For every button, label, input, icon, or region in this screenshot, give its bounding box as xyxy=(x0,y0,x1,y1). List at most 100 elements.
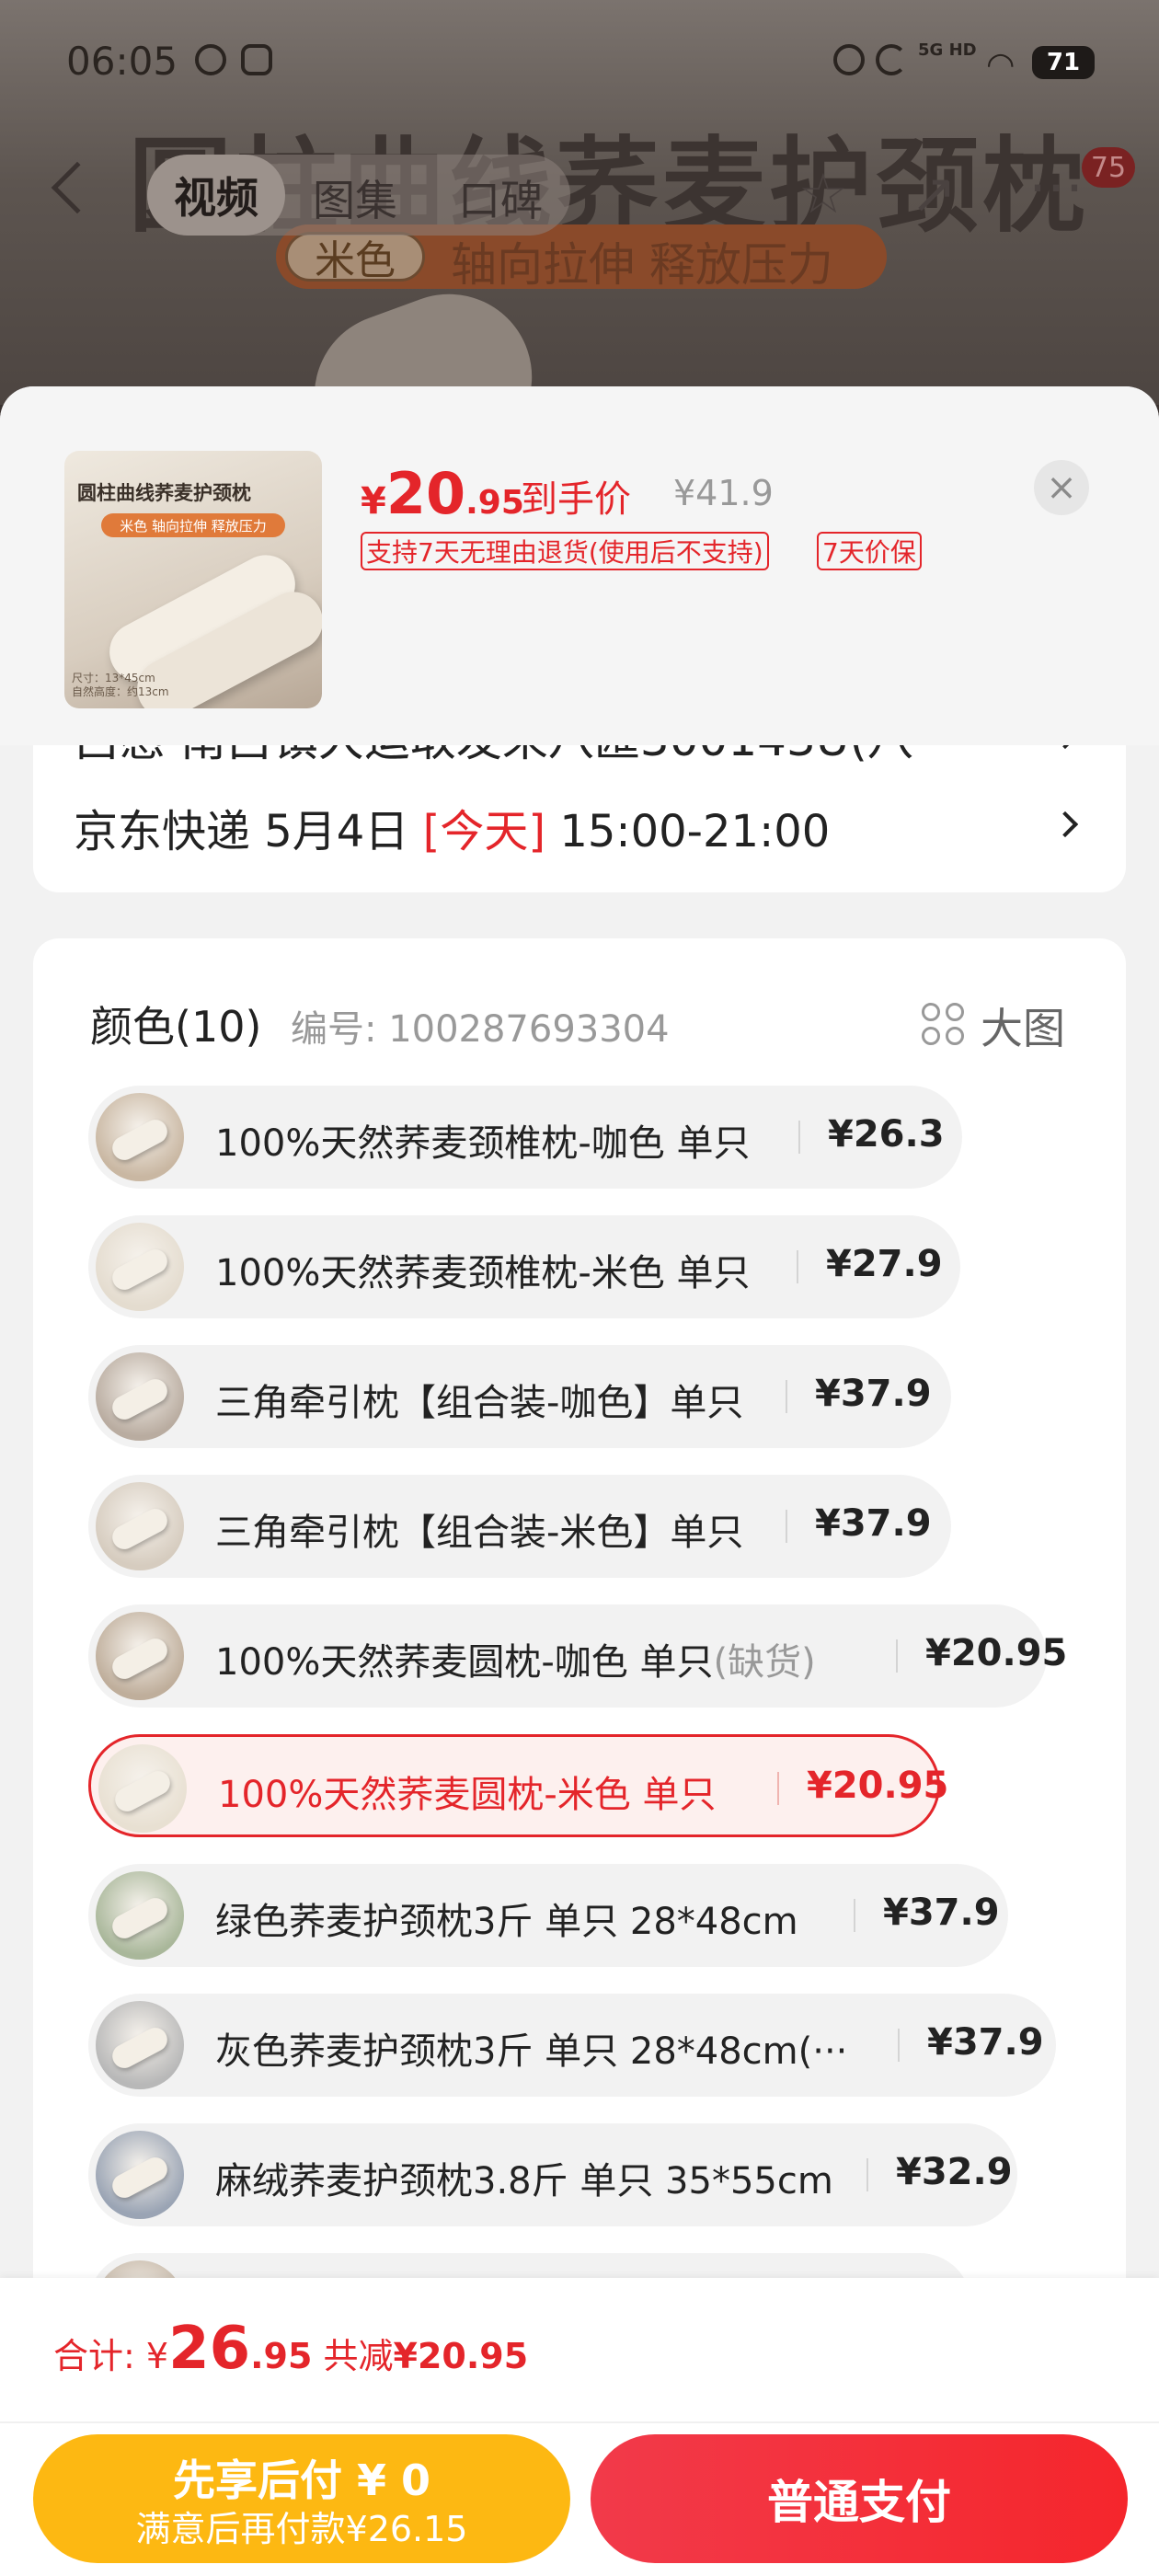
delivery-card[interactable]: 吕感 南吕镇大运取发来八匯300143U(八 京东快递 5月4日 [今天] 15… xyxy=(33,713,1126,892)
option-thumbnail xyxy=(96,1223,184,1311)
pillow-image xyxy=(108,1374,172,1424)
battery-indicator: 71 xyxy=(1032,46,1095,79)
option-price: ¥26.3 xyxy=(828,1113,945,1156)
option-divider xyxy=(896,1639,898,1673)
pillow-image xyxy=(108,2153,172,2202)
option-divider xyxy=(866,2158,868,2191)
big-view-button[interactable]: 大图 xyxy=(981,995,1065,1056)
option-chip[interactable]: 灰色荞麦护颈枕3斤 单只 28*48cm(··· ¥37.9 xyxy=(88,1994,1056,2097)
option-label: 100%天然荞麦颈椎枕-米色 单只 xyxy=(215,1252,751,1294)
option-divider xyxy=(797,1250,798,1283)
status-time: 06:05 xyxy=(66,39,178,84)
option-label: 三角牵引枕【组合装-咖色】单只 xyxy=(215,1382,744,1424)
final-price-label: 到手价 xyxy=(521,478,631,521)
pillow-image xyxy=(108,1504,172,1554)
checkout-bar: 合计: ¥26.95 共减¥20.95 先享后付 ¥ 0 满意后再付款¥26.1… xyxy=(0,2278,1159,2576)
divider xyxy=(0,2421,1159,2423)
total-label: 合计: ¥ xyxy=(53,2336,169,2376)
option-price: ¥20.95 xyxy=(925,1632,1068,1674)
option-label: 麻绒荞麦护颈枕3.8斤 单只 35*55cm xyxy=(215,2160,833,2202)
option-divider xyxy=(854,1899,855,1932)
spec-sheet: 颜色(10) 编号: 100287693304 大图 100%天然荞麦颈椎枕-咖… xyxy=(0,386,1159,2576)
option-thumbnail xyxy=(96,1093,184,1181)
option-price: ¥37.9 xyxy=(815,1373,932,1415)
option-divider xyxy=(786,1380,787,1413)
pay-later-label: 先享后付 ¥ 0 xyxy=(172,2455,431,2505)
delivery-estimate: 京东快递 5月4日 [今天] 15:00-21:00 xyxy=(74,795,830,859)
pillow-image xyxy=(108,1893,172,1943)
total-summary: 合计: ¥26.95 共减¥20.95 xyxy=(53,2315,528,2383)
option-chip[interactable]: 绿色荞麦护颈枕3斤 单只 28*48cm ¥37.9 xyxy=(88,1864,1008,1967)
tab-video[interactable]: 视频 xyxy=(147,155,285,236)
moon-icon xyxy=(876,44,907,75)
pillow-image xyxy=(108,2023,172,2073)
option-chip[interactable]: 100%天然荞麦圆枕-咖色 单只(缺货) ¥20.95 xyxy=(88,1604,1067,1708)
star-icon[interactable]: ☆ xyxy=(798,162,848,226)
option-thumbnail xyxy=(96,1482,184,1570)
network-label: 5G HD xyxy=(918,40,977,60)
return-policy-tag: 支持7天无理由退货(使用后不支持) xyxy=(361,532,769,570)
wifi-icon: ◠ xyxy=(986,46,1016,84)
option-chip[interactable]: 100%天然荞麦颈椎枕-咖色 单只 ¥26.3 xyxy=(88,1086,962,1189)
tab-reviews[interactable]: 口碑 xyxy=(458,167,543,228)
pay-later-button[interactable]: 先享后付 ¥ 0 满意后再付款¥26.15 xyxy=(33,2434,570,2563)
option-thumbnail xyxy=(98,1744,187,1833)
option-divider xyxy=(898,2029,900,2062)
option-price: ¥37.9 xyxy=(927,2021,1044,2064)
option-divider xyxy=(798,1121,800,1154)
option-chip[interactable]: 100%天然荞麦颈椎枕-米色 单只 ¥27.9 xyxy=(88,1215,960,1318)
share-icon[interactable]: ↗ xyxy=(911,162,957,226)
alarm-icon xyxy=(195,44,226,75)
product-code: 编号: 100287693304 xyxy=(291,1008,670,1051)
alarm-icon xyxy=(833,44,865,75)
option-price: ¥20.95 xyxy=(807,1765,949,1807)
original-price: ¥41.9 xyxy=(673,473,774,513)
color-section-title: 颜色(10) xyxy=(90,1002,262,1052)
option-chip[interactable]: 三角牵引枕【组合装-米色】单只 ¥37.9 xyxy=(88,1475,951,1578)
final-price: ¥20.95 xyxy=(361,460,524,527)
option-price: ¥37.9 xyxy=(815,1502,932,1545)
pay-later-sublabel: 满意后再付款¥26.15 xyxy=(135,2509,468,2549)
normal-pay-button[interactable]: 普通支付 xyxy=(591,2434,1128,2563)
option-price: ¥27.9 xyxy=(826,1243,943,1285)
option-label: 三角牵引枕【组合装-米色】单只 xyxy=(215,1512,744,1554)
out-of-stock-label: (缺货) xyxy=(713,1641,816,1684)
option-chip-selected[interactable]: 100%天然荞麦圆枕-米色 单只 ¥20.95 xyxy=(88,1734,948,1837)
option-thumbnail xyxy=(96,2131,184,2219)
close-icon[interactable]: × xyxy=(1034,460,1089,515)
hero-chip: 米色 xyxy=(285,232,425,284)
back-icon[interactable] xyxy=(51,161,104,214)
pillow-image xyxy=(108,1634,172,1684)
thumbnail-subtitle: 米色 轴向拉伸 释放压力 xyxy=(101,513,285,537)
option-thumbnail xyxy=(96,1612,184,1700)
option-label: 绿色荞麦护颈枕3斤 单只 28*48cm xyxy=(215,1901,798,1943)
delivery-prefix: 京东快递 5月4日 xyxy=(74,806,423,857)
delivery-window: 15:00-21:00 xyxy=(545,806,831,857)
option-label: 100%天然荞麦圆枕-咖色 单只(缺货) xyxy=(215,1641,816,1684)
product-hero: 圆柱曲线荞麦护颈枕 米色 轴向拉伸 释放压力 06:05 5G HD ◠ 71 … xyxy=(0,0,1159,405)
chevron-right-icon xyxy=(1051,811,1079,838)
more-icon[interactable]: ⋯ xyxy=(1028,155,1084,219)
option-chip[interactable]: 麻绒荞麦护颈枕3.8斤 单只 35*55cm ¥32.9 xyxy=(88,2123,1017,2226)
product-summary: 圆柱曲线荞麦护颈枕 米色 轴向拉伸 释放压力 尺寸：13*45cm 自然高度：约… xyxy=(0,386,1159,745)
delivery-today: [今天] xyxy=(422,806,546,857)
option-price: ¥37.9 xyxy=(883,1892,1000,1934)
hero-subtitle: 轴向拉伸 释放压力 xyxy=(451,238,833,292)
pillow-image xyxy=(108,1245,172,1294)
option-divider xyxy=(777,1772,779,1805)
status-bar: 06:05 5G HD ◠ 71 xyxy=(0,0,1159,120)
option-chip[interactable]: 三角牵引枕【组合装-咖色】单只 ¥37.9 xyxy=(88,1345,951,1448)
wechat-icon xyxy=(241,44,272,75)
discount-label: 共减 xyxy=(312,2336,394,2376)
thumbnail-note: 尺寸：13*45cm 自然高度：约13cm xyxy=(72,672,169,698)
product-thumbnail[interactable]: 圆柱曲线荞麦护颈枕 米色 轴向拉伸 释放压力 尺寸：13*45cm 自然高度：约… xyxy=(64,451,322,708)
price-protect-tag: 7天价保 xyxy=(817,532,922,570)
pillow-image xyxy=(110,1766,175,1816)
cart-badge: 75 xyxy=(1082,147,1135,188)
tab-gallery[interactable]: 图集 xyxy=(313,167,397,228)
grid-view-icon[interactable] xyxy=(922,1003,966,1047)
option-label: 灰色荞麦护颈枕3斤 单只 28*48cm(··· xyxy=(215,2030,848,2073)
discount-value: ¥20.95 xyxy=(393,2336,529,2376)
option-thumbnail xyxy=(96,2001,184,2089)
option-label: 100%天然荞麦颈椎枕-咖色 单只 xyxy=(215,1122,751,1165)
